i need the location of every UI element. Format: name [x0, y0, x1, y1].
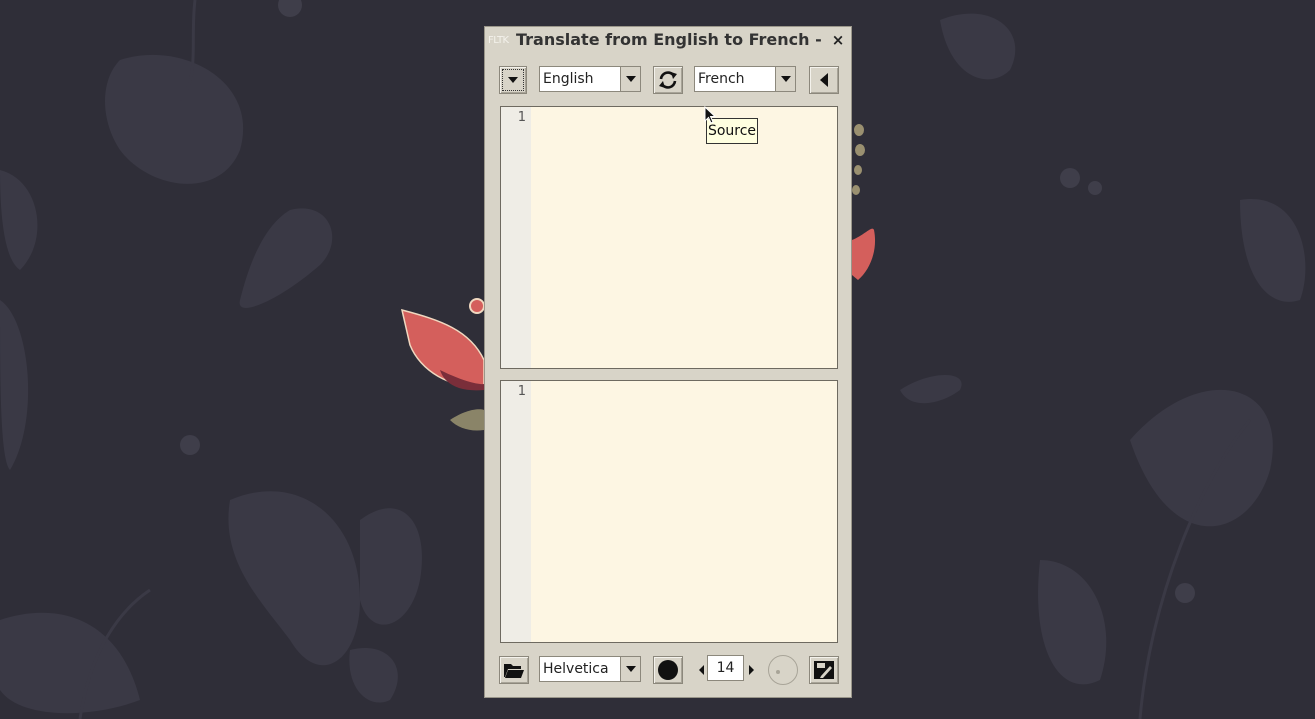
- chevron-down-icon: [508, 77, 518, 83]
- dot: [1088, 181, 1102, 195]
- collapse-button[interactable]: [809, 66, 839, 94]
- refresh-icon: [659, 71, 677, 89]
- leaf-shape: [1038, 560, 1107, 685]
- dropdown-arrow-icon: [620, 657, 640, 681]
- red-leaf-right: [852, 228, 876, 280]
- line-number: 1: [517, 384, 526, 399]
- save-edit-icon: [814, 661, 834, 679]
- dot: [1060, 168, 1080, 188]
- color-button[interactable]: [653, 656, 683, 684]
- leaf-shape: [0, 170, 38, 270]
- line-number-gutter: 1: [501, 107, 531, 368]
- seed: [854, 165, 862, 175]
- target-editor[interactable]: 1: [500, 380, 838, 643]
- folder-open-icon: [504, 664, 524, 678]
- menu-button[interactable]: [499, 66, 527, 94]
- dropdown-arrow-icon: [775, 67, 795, 91]
- source-language-select[interactable]: English: [539, 66, 641, 92]
- translator-window: FLTK Translate from English to French - …: [484, 26, 852, 698]
- source-editor[interactable]: 1: [500, 106, 838, 369]
- leaf-shape: [1130, 389, 1273, 527]
- dot: [180, 435, 200, 455]
- save-button[interactable]: [809, 656, 839, 684]
- title-bar[interactable]: FLTK Translate from English to French - …: [485, 27, 851, 53]
- triangle-right-small-icon: [748, 665, 754, 675]
- leaf-shape: [1240, 199, 1306, 302]
- empty-circle-toggle[interactable]: [768, 655, 798, 685]
- font-size-decrease-button[interactable]: [694, 656, 708, 684]
- leaf-shape: [239, 208, 333, 308]
- window-title: Translate from English to French - F: [516, 30, 822, 49]
- triangle-left-small-icon: [698, 665, 704, 675]
- font-size-increase-button[interactable]: [744, 656, 758, 684]
- dropdown-arrow-icon: [620, 67, 640, 91]
- seed: [855, 144, 865, 156]
- leaf-shape: [360, 508, 422, 625]
- mouse-cursor-icon: [704, 106, 717, 124]
- empty-circle-icon: [776, 670, 780, 674]
- font-select[interactable]: Helvetica: [539, 656, 641, 682]
- fltk-app-icon: FLTK: [488, 35, 509, 46]
- dot: [1175, 583, 1195, 603]
- leaf-shape: [349, 648, 398, 703]
- font-value: Helvetica: [543, 661, 609, 677]
- font-size-input[interactable]: 14: [707, 655, 744, 681]
- olive-leaf: [450, 409, 484, 431]
- red-berry: [469, 298, 485, 314]
- source-language-value: English: [543, 71, 594, 87]
- leaf-shape: [940, 13, 1016, 80]
- leaf-shape: [0, 300, 29, 470]
- open-file-button[interactable]: [499, 656, 529, 684]
- leaf-shape: [900, 375, 962, 404]
- leaf-shape: [105, 54, 244, 184]
- seed: [854, 124, 864, 136]
- close-icon[interactable]: ×: [829, 31, 847, 49]
- black-circle-icon: [658, 660, 678, 680]
- target-language-value: French: [698, 71, 745, 87]
- target-language-select[interactable]: French: [694, 66, 796, 92]
- line-number-gutter: 1: [501, 381, 531, 642]
- dot: [278, 0, 302, 17]
- seed: [852, 185, 860, 195]
- leaf-shape: [228, 491, 360, 666]
- swap-languages-button[interactable]: [653, 66, 683, 94]
- line-number: 1: [517, 110, 526, 125]
- leaf-shape: [0, 612, 140, 714]
- triangle-left-icon: [820, 73, 828, 87]
